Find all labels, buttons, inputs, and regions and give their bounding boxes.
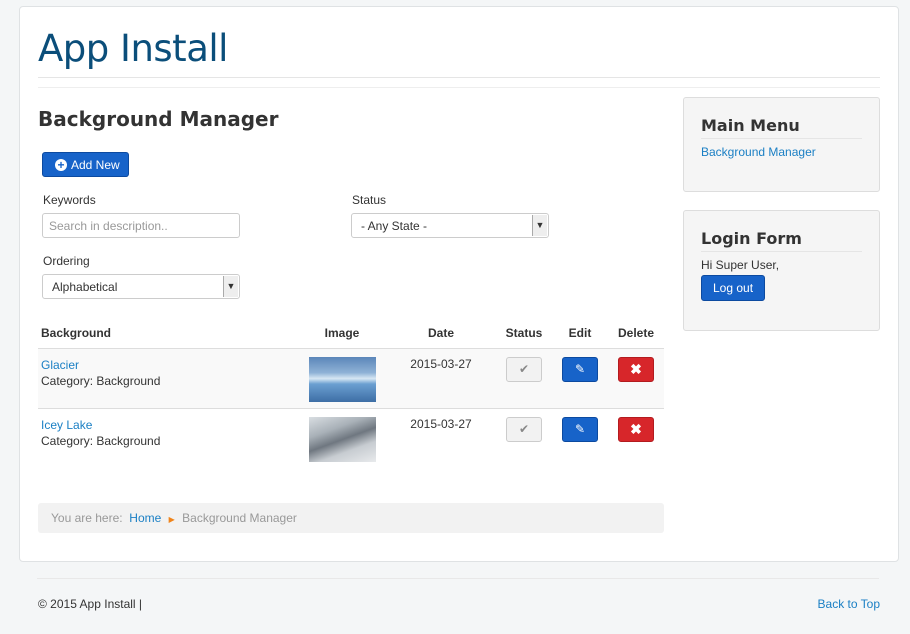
footer-copyright-text: © 2015 App Install [38, 597, 136, 611]
breadcrumb-prefix: You are here: [51, 511, 123, 525]
table-row: Glacier Category: Background 2015-03-27 … [38, 347, 664, 408]
close-icon: ✖ [630, 420, 642, 437]
logout-button[interactable]: Log out [701, 275, 766, 301]
status-label: Status [352, 193, 387, 207]
main-menu-title: Main Menu [701, 116, 862, 139]
edit-button[interactable]: ✎ [562, 356, 598, 382]
delete-cell: ✖ [608, 347, 664, 408]
keywords-label: Keywords [43, 193, 96, 207]
column-header-delete: Delete [617, 326, 655, 341]
date-cell: 2015-03-27 [386, 407, 496, 468]
login-form-title: Login Form [701, 229, 862, 252]
breadcrumb-home-link[interactable]: Home [129, 511, 161, 525]
plus-circle-icon: + [55, 158, 67, 171]
back-to-top-link[interactable]: Back to Top [818, 597, 880, 611]
keywords-input[interactable]: Search in description.. [42, 213, 240, 238]
login-greeting: Hi Super User, [701, 258, 780, 272]
delete-cell: ✖ [608, 407, 664, 468]
delete-button[interactable]: ✖ [618, 356, 654, 382]
chevron-down-icon: ▼ [532, 215, 547, 236]
footer-copyright: © 2015 App Install | [38, 597, 143, 611]
image-cell [298, 407, 386, 468]
close-icon: ✖ [630, 360, 642, 377]
check-icon: ✔ [518, 361, 530, 376]
background-link-glacier[interactable]: Glacier [41, 358, 79, 372]
page-container: App Install Background Manager + Add New… [19, 6, 899, 562]
edit-icon: ✎ [574, 361, 586, 376]
divider [38, 87, 880, 88]
breadcrumb: You are here: Home ▶ Background Manager [38, 503, 664, 533]
add-new-button[interactable]: + Add New [42, 152, 129, 177]
background-category: Category: Background [41, 433, 161, 448]
column-header-date: Date [427, 326, 454, 341]
edit-cell: ✎ [552, 407, 608, 468]
page-heading: Background Manager [38, 107, 279, 131]
column-header-edit: Edit [568, 326, 592, 341]
edit-button[interactable]: ✎ [562, 416, 598, 442]
background-category: Category: Background [41, 373, 161, 388]
background-table: Background Image Date Status Edit Delete… [38, 319, 664, 468]
edit-icon: ✎ [574, 421, 586, 436]
image-cell [298, 347, 386, 408]
status-select-value: - Any State - [361, 219, 428, 233]
status-button[interactable]: ✔ [506, 416, 542, 442]
check-icon: ✔ [518, 421, 530, 436]
table-row: Icey Lake Category: Background 2015-03-2… [38, 407, 664, 468]
main-menu-module: Main Menu Background Manager [683, 97, 880, 192]
icey-lake-thumbnail[interactable] [308, 416, 376, 462]
status-select[interactable]: - Any State - ▼ [351, 213, 549, 238]
column-header-image: Image [324, 326, 360, 341]
background-cell: Glacier Category: Background [38, 347, 298, 408]
status-cell: ✔ [496, 347, 552, 408]
main-menu-item-background-manager[interactable]: Background Manager [701, 145, 816, 159]
column-header-background: Background [41, 326, 112, 341]
background-link-icey-lake[interactable]: Icey Lake [41, 418, 92, 432]
date-cell: 2015-03-27 [386, 347, 496, 408]
site-title[interactable]: App Install [38, 27, 228, 70]
ordering-label: Ordering [43, 254, 90, 268]
ordering-select-value: Alphabetical [52, 280, 118, 294]
breadcrumb-current: Background Manager [182, 511, 297, 525]
chevron-down-icon: ▼ [223, 276, 238, 297]
delete-button[interactable]: ✖ [618, 416, 654, 442]
edit-cell: ✎ [552, 347, 608, 408]
divider [38, 77, 880, 78]
ordering-select[interactable]: Alphabetical ▼ [42, 274, 240, 299]
status-cell: ✔ [496, 407, 552, 468]
status-button[interactable]: ✔ [506, 356, 542, 382]
column-header-status: Status [505, 326, 543, 341]
add-new-label: Add New [71, 157, 120, 172]
glacier-thumbnail[interactable] [308, 356, 376, 402]
background-cell: Icey Lake Category: Background [38, 407, 298, 468]
login-form-module: Login Form Hi Super User, Log out [683, 210, 880, 331]
footer-divider [37, 578, 879, 579]
triangle-right-icon: ▶ [168, 515, 175, 524]
